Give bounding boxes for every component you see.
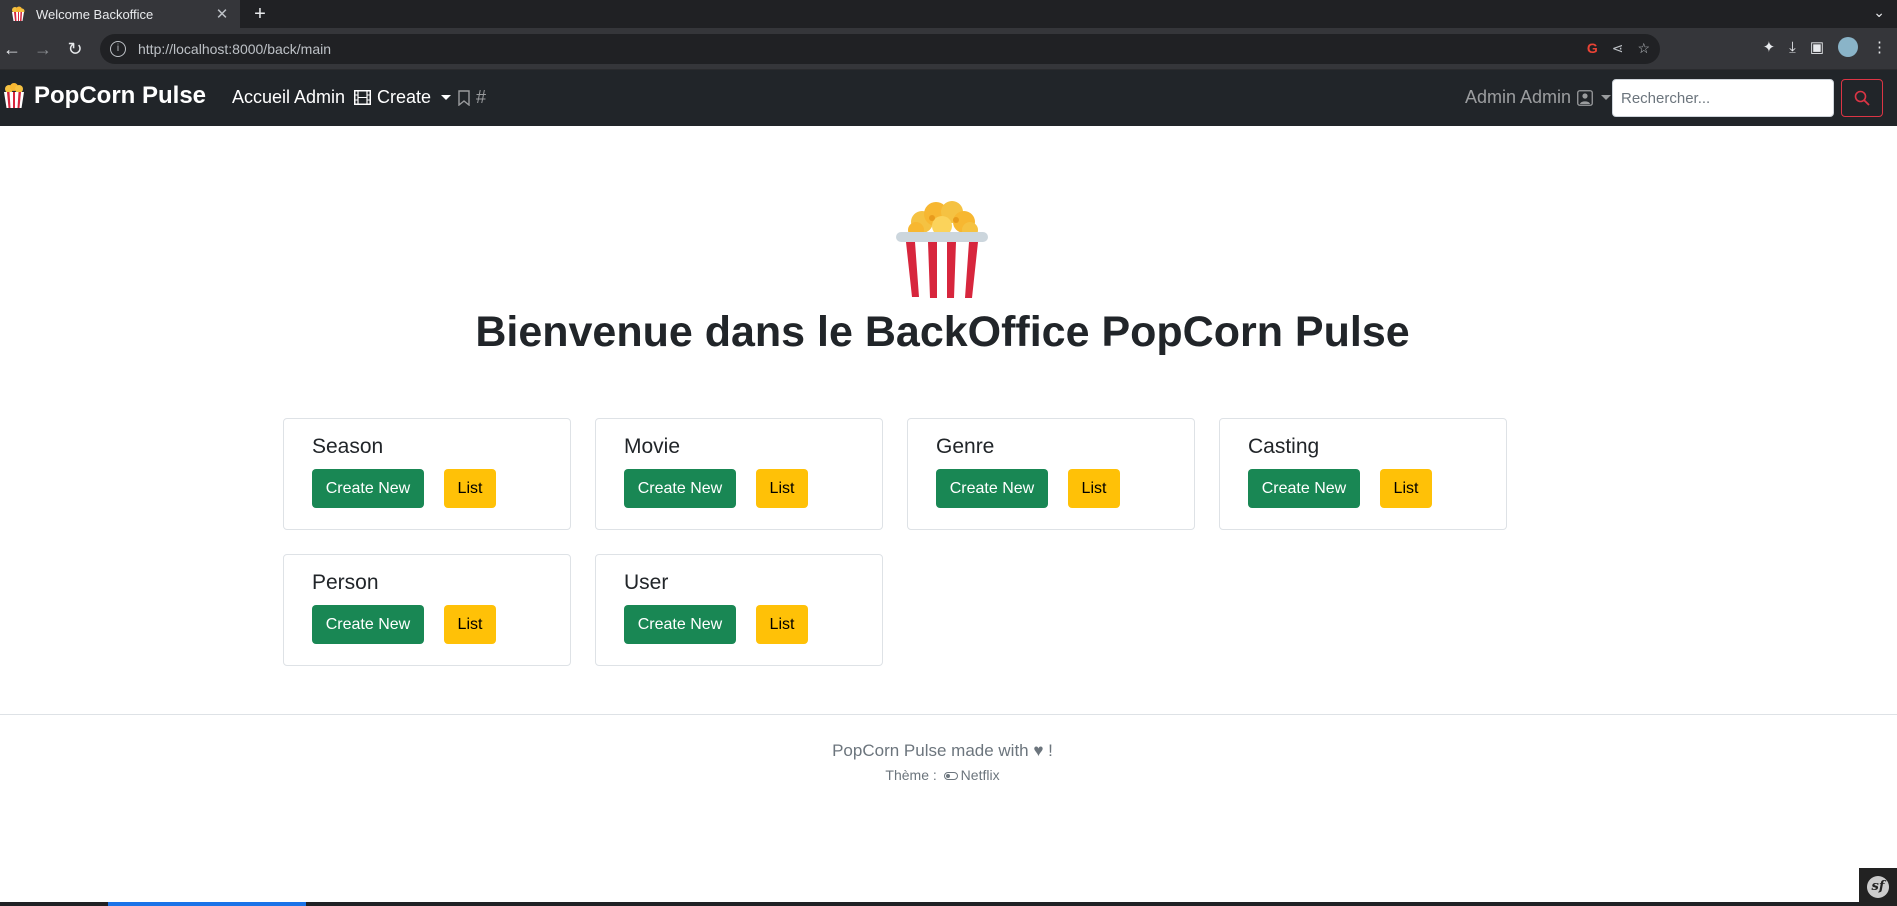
card-casting: Casting Create New List: [1219, 418, 1507, 530]
user-list-button[interactable]: List: [756, 605, 808, 644]
google-icon[interactable]: G: [1587, 40, 1598, 57]
share-icon[interactable]: ⋖: [1612, 40, 1624, 57]
genre-list-button[interactable]: List: [1068, 469, 1120, 508]
user-menu-dropdown[interactable]: Admin Admin: [1465, 87, 1612, 108]
search-icon: [1854, 90, 1870, 106]
film-icon: [354, 90, 371, 105]
brand-link[interactable]: PopCorn Pulse: [2, 82, 206, 110]
person-create-button[interactable]: Create New: [312, 605, 424, 644]
app-navbar: PopCorn Pulse Accueil Admin Create # Adm…: [0, 70, 1897, 126]
search-button[interactable]: [1841, 79, 1883, 117]
nav-create-dropdown[interactable]: Create: [354, 87, 452, 108]
nav-bookmark-link[interactable]: #: [458, 87, 486, 108]
card-user: User Create New List: [595, 554, 883, 666]
site-info-icon[interactable]: i: [110, 41, 126, 57]
nav-bookmark-label: #: [476, 87, 487, 107]
extensions-icon[interactable]: ✦: [1763, 38, 1776, 56]
page-title: Bienvenue dans le BackOffice PopCorn Pul…: [475, 308, 1410, 356]
card-title: Casting: [1248, 435, 1320, 458]
bookmark-icon: [458, 89, 470, 106]
loading-indicator: [108, 902, 306, 906]
download-icon[interactable]: ⤓: [1789, 39, 1796, 56]
profile-avatar[interactable]: [1838, 37, 1858, 57]
nav-home-link[interactable]: Accueil Admin: [232, 87, 345, 108]
caret-down-icon: [1601, 95, 1612, 100]
theme-label: Thème :: [885, 767, 937, 783]
address-bar[interactable]: i http://localhost:8000/back/main G ⋖ ☆: [100, 34, 1660, 64]
card-title: Genre: [936, 435, 995, 458]
card-title: Person: [312, 571, 379, 594]
popcorn-hero-icon: [896, 201, 988, 298]
card-person: Person Create New List: [283, 554, 571, 666]
brand-name: PopCorn Pulse: [34, 82, 207, 109]
season-list-button[interactable]: List: [444, 469, 496, 508]
nav-create-label: Create: [377, 87, 432, 107]
popcorn-favicon-icon: [12, 6, 25, 21]
genre-create-button[interactable]: Create New: [936, 469, 1048, 508]
person-list-button[interactable]: List: [444, 605, 496, 644]
season-create-button[interactable]: Create New: [312, 469, 424, 508]
user-square-icon: [1577, 89, 1593, 106]
reload-icon[interactable]: ↻: [63, 37, 87, 61]
movie-create-button[interactable]: Create New: [624, 469, 736, 508]
side-panel-icon[interactable]: ▣: [1810, 38, 1824, 56]
card-genre: Genre Create New List: [907, 418, 1195, 530]
popcorn-icon: [4, 83, 24, 108]
browser-toolbar: ← → ↻ i http://localhost:8000/back/main …: [0, 28, 1897, 70]
close-tab-icon[interactable]: ✕: [214, 5, 230, 23]
card-title: User: [624, 571, 669, 594]
back-arrow-icon[interactable]: ←: [0, 37, 24, 61]
casting-list-button[interactable]: List: [1380, 469, 1432, 508]
chevron-down-icon[interactable]: ⌄: [1873, 4, 1885, 21]
caret-down-icon: [441, 95, 452, 100]
search-input[interactable]: [1612, 79, 1834, 117]
tab-title: Welcome Backoffice: [36, 6, 154, 22]
browser-menu-icon[interactable]: ⋮: [1872, 38, 1887, 56]
casting-create-button[interactable]: Create New: [1248, 469, 1360, 508]
movie-list-button[interactable]: List: [756, 469, 808, 508]
user-name: Admin Admin: [1465, 87, 1572, 107]
toggle-icon[interactable]: [943, 772, 958, 781]
card-movie: Movie Create New List: [595, 418, 883, 530]
star-icon[interactable]: ☆: [1637, 40, 1650, 57]
card-title: Season: [312, 435, 384, 458]
card-season: Season Create New List: [283, 418, 571, 530]
new-tab-button[interactable]: +: [248, 2, 272, 26]
symfony-logo-icon: sf: [1867, 876, 1889, 898]
forward-arrow-icon[interactable]: →: [31, 37, 55, 61]
address-url[interactable]: http://localhost:8000/back/main: [138, 41, 331, 57]
footer-credit: PopCorn Pulse made with ♥ !: [832, 741, 1053, 760]
card-title: Movie: [624, 435, 681, 458]
browser-tab-bar: Welcome Backoffice ✕ + ⌄: [0, 0, 1897, 28]
symfony-toolbar-toggle[interactable]: sf: [1859, 868, 1897, 906]
user-create-button[interactable]: Create New: [624, 605, 736, 644]
footer-divider: [0, 714, 1897, 715]
browser-tab[interactable]: Welcome Backoffice ✕: [0, 0, 240, 28]
theme-switcher[interactable]: Thème : Netflix: [0, 767, 1885, 783]
theme-name[interactable]: Netflix: [961, 767, 1000, 783]
